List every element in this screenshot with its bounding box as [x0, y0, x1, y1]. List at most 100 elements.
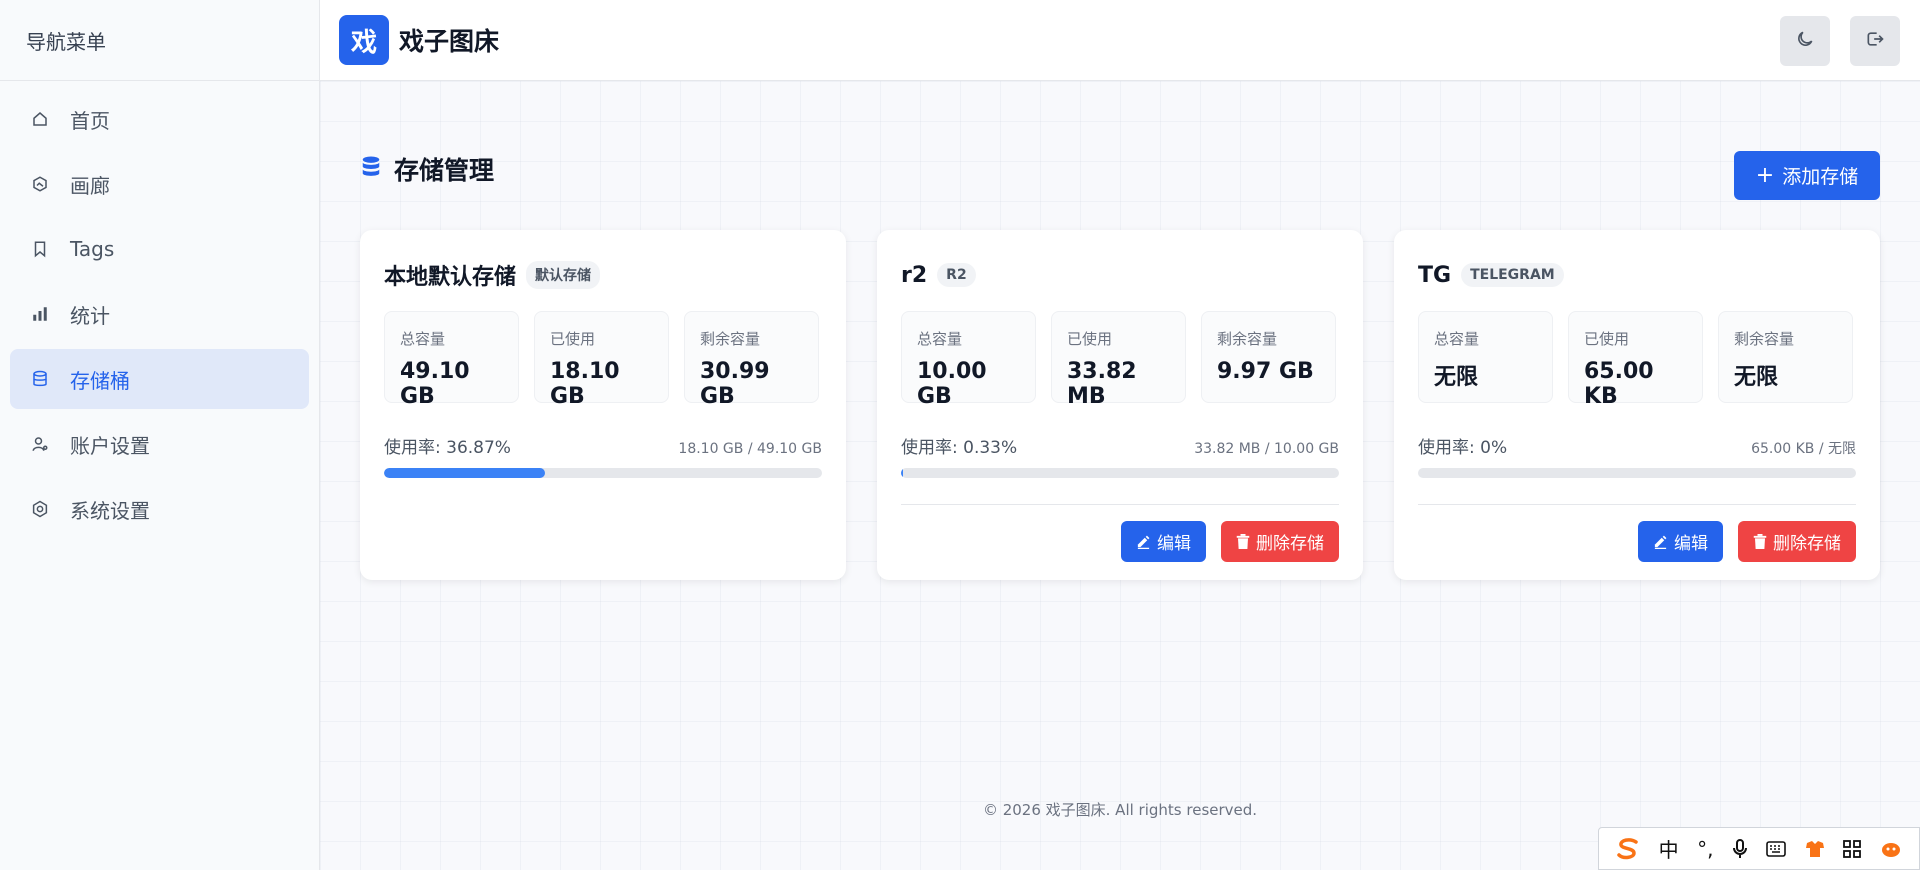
stat-value: 65.00 KB — [1584, 359, 1654, 409]
stat-label: 已使用 — [550, 330, 596, 348]
add-storage-button[interactable]: + 添加存储 — [1734, 151, 1880, 200]
gear-icon — [30, 499, 50, 519]
usage-progress-bar — [384, 468, 822, 478]
edit-label: 编辑 — [1157, 534, 1191, 554]
mascot-icon[interactable] — [1880, 840, 1902, 858]
card-divider — [901, 504, 1339, 505]
grid-icon[interactable] — [1843, 839, 1862, 858]
stat-used: 已使用 65.00 KB — [1568, 311, 1703, 409]
stat-label: 剩余容量 — [1734, 330, 1795, 348]
microphone-icon[interactable] — [1732, 838, 1748, 859]
stat-value: 49.10 GB — [400, 359, 470, 409]
home-icon — [30, 109, 50, 129]
trash-icon — [1753, 534, 1767, 549]
top-actions — [1780, 16, 1900, 66]
stat-value: 10.00 GB — [917, 359, 987, 409]
storage-card-local: 本地默认存储 默认存储 总容量 49.10 GB 已使用 18.10 GB 剩余… — [360, 230, 846, 580]
stat-total: 总容量 无限 — [1418, 311, 1553, 403]
usage-progress-fill — [384, 468, 546, 478]
stat-value: 无限 — [1734, 365, 1779, 390]
gallery-icon — [30, 174, 50, 194]
stat-remaining: 剩余容量 30.99 GB — [684, 311, 819, 409]
top-bar: 戏 戏子图床 — [320, 0, 1920, 81]
edit-storage-button[interactable]: 编辑 — [1638, 521, 1723, 562]
main-content: 存储管理 + 添加存储 本地默认存储 默认存储 总容量 49.10 GB 已使用… — [320, 81, 1920, 870]
theme-toggle-button[interactable] — [1780, 16, 1830, 66]
stat-remaining: 剩余容量 9.97 GB — [1201, 311, 1336, 403]
database-icon — [360, 155, 382, 183]
stat-value: 30.99 GB — [700, 359, 770, 409]
trash-icon — [1236, 534, 1250, 549]
sidebar-item-gallery[interactable]: 画廊 — [10, 154, 309, 214]
stat-label: 剩余容量 — [700, 330, 761, 348]
storage-name: r2 — [901, 262, 928, 288]
stat-label: 剩余容量 — [1217, 330, 1278, 348]
stat-value: 18.10 GB — [550, 359, 620, 409]
usage-progress-fill — [901, 468, 904, 478]
sidebar-item-stats[interactable]: 统计 — [10, 284, 309, 344]
ime-language-toggle[interactable]: 中 — [1659, 834, 1679, 863]
storage-name: 本地默认存储 — [384, 265, 517, 290]
stat-label: 已使用 — [1067, 330, 1113, 348]
ime-punctuation-toggle[interactable]: °, — [1697, 837, 1713, 861]
skin-icon[interactable] — [1805, 840, 1825, 858]
stat-used: 已使用 33.82 MB — [1051, 311, 1186, 409]
chart-icon — [30, 304, 50, 324]
stat-label: 总容量 — [1434, 330, 1480, 348]
plus-icon: + — [1755, 163, 1775, 188]
usage-detail: 18.10 GB / 49.10 GB — [678, 441, 822, 457]
usage-progress-bar — [1418, 468, 1856, 478]
stat-total: 总容量 49.10 GB — [384, 311, 519, 409]
usage-label: 使用率: 36.87% — [384, 438, 511, 458]
stat-label: 总容量 — [917, 330, 963, 348]
stat-value: 33.82 MB — [1067, 359, 1137, 409]
logout-button[interactable] — [1850, 16, 1900, 66]
theme-toggle-icon — [1795, 29, 1815, 53]
usage-progress-bar — [901, 468, 1339, 478]
sidebar-item-label: 存储桶 — [70, 368, 130, 393]
bookmark-icon — [30, 239, 50, 259]
usage-label: 使用率: 0% — [1418, 438, 1508, 458]
storage-name: TG — [1418, 262, 1452, 288]
card-divider — [1418, 504, 1856, 505]
pencil-icon — [1654, 535, 1667, 549]
usage-label: 使用率: 0.33% — [901, 438, 1018, 458]
sidebar-item-home[interactable]: 首页 — [10, 89, 309, 149]
stat-label: 已使用 — [1584, 330, 1630, 348]
sogou-logo-icon[interactable] — [1616, 837, 1640, 860]
storage-card-r2: r2 R2 总容量 10.00 GB 已使用 33.82 MB 剩余容量 9.9… — [877, 230, 1363, 580]
page-header: 存储管理 — [360, 151, 494, 187]
keyboard-icon[interactable] — [1766, 840, 1787, 857]
add-storage-label: 添加存储 — [1782, 166, 1859, 188]
delete-storage-button[interactable]: 删除存储 — [1221, 521, 1339, 562]
stat-used: 已使用 18.10 GB — [534, 311, 669, 409]
stat-value: 9.97 GB — [1217, 359, 1314, 384]
storage-cards: 本地默认存储 默认存储 总容量 49.10 GB 已使用 18.10 GB 剩余… — [360, 230, 1880, 580]
stat-total: 总容量 10.00 GB — [901, 311, 1036, 409]
delete-storage-button[interactable]: 删除存储 — [1738, 521, 1856, 562]
sidebar-item-label: 统计 — [70, 303, 110, 328]
sidebar-item-label: Tags — [70, 237, 115, 261]
sidebar-item-label: 首页 — [70, 108, 110, 133]
sidebar-item-storage[interactable]: 存储桶 — [10, 349, 309, 409]
stat-value: 无限 — [1434, 365, 1479, 390]
sidebar-item-system-settings[interactable]: 系统设置 — [10, 479, 309, 539]
sidebar-item-account-settings[interactable]: 账户设置 — [10, 414, 309, 474]
edit-label: 编辑 — [1674, 534, 1708, 554]
storage-type-badge: TELEGRAM — [1461, 263, 1564, 287]
edit-storage-button[interactable]: 编辑 — [1121, 521, 1206, 562]
sidebar-item-tags[interactable]: Tags — [10, 219, 309, 279]
sidebar: 导航菜单 首页 画廊 Tags 统计 存储桶 账户设置 系统设置 — [0, 0, 320, 870]
sidebar-title: 导航菜单 — [0, 0, 319, 81]
usage-detail: 65.00 KB / 无限 — [1751, 441, 1856, 457]
sidebar-item-label: 账户设置 — [70, 433, 150, 458]
database-icon — [30, 369, 50, 389]
stat-remaining: 剩余容量 无限 — [1718, 311, 1853, 403]
logout-icon — [1865, 29, 1885, 53]
sidebar-item-label: 系统设置 — [70, 498, 150, 523]
app-logo[interactable]: 戏 — [339, 15, 389, 65]
app-title[interactable]: 戏子图床 — [399, 22, 499, 58]
storage-type-badge: R2 — [937, 263, 976, 287]
sidebar-item-label: 画廊 — [70, 173, 110, 198]
footer-copyright: © 2026 戏子图床. All rights reserved. — [982, 801, 1258, 819]
